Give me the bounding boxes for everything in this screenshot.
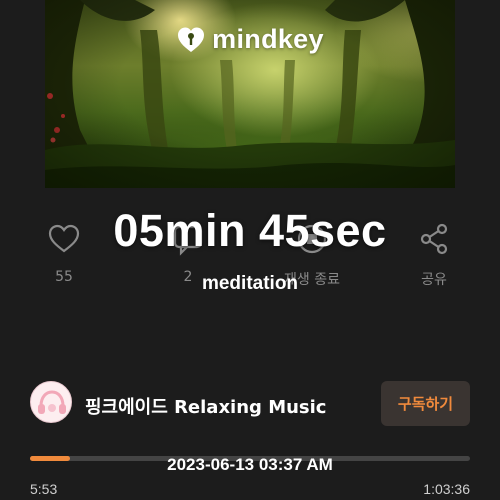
- category-overlay: meditation: [201, 273, 299, 294]
- logo-text: mindkey: [212, 24, 324, 54]
- date-overlay: 2023-06-13 03:37 AM: [167, 455, 333, 474]
- total-time: 1:03:36: [423, 481, 470, 497]
- video-thumbnail[interactable]: mindkey: [45, 0, 455, 188]
- current-time: 5:53: [30, 481, 58, 497]
- channel-row: 핑크에이드 Relaxing Music 구독하기: [30, 378, 470, 430]
- heart-key-icon: [178, 27, 205, 52]
- duration-overlay: 05min 45sec: [113, 205, 387, 256]
- channel-name[interactable]: 핑크에이드 Relaxing Music: [85, 393, 326, 419]
- channel-avatar[interactable]: [30, 381, 72, 423]
- headphones-avatar-icon: [38, 390, 66, 414]
- subscribe-button[interactable]: 구독하기: [381, 381, 470, 426]
- brand-logo: mindkey: [45, 24, 455, 55]
